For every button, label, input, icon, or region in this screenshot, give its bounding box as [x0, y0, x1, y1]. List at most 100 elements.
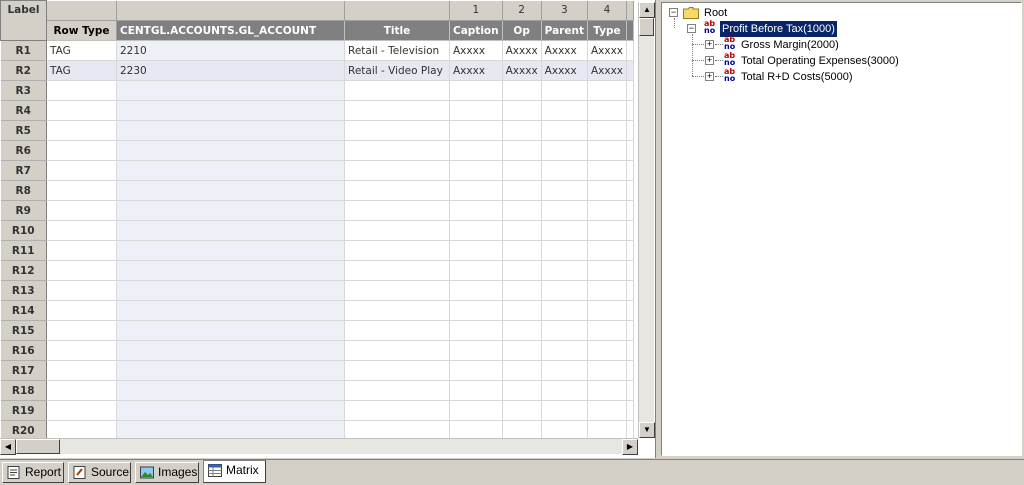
- grid-cell[interactable]: [587, 300, 628, 321]
- table-row[interactable]: R3: [0, 80, 635, 101]
- grid-cell[interactable]: [541, 240, 588, 261]
- grid-cell[interactable]: [344, 300, 450, 321]
- column-number-header[interactable]: [116, 0, 345, 21]
- row-label[interactable]: R11: [0, 240, 47, 261]
- vertical-scroll-thumb[interactable]: [639, 18, 654, 36]
- grid-cell[interactable]: [449, 120, 503, 141]
- tab-images[interactable]: Images: [135, 462, 199, 483]
- column-header[interactable]: Caption: [449, 20, 503, 41]
- grid-cell[interactable]: [626, 220, 635, 241]
- grid-cell[interactable]: [587, 160, 628, 181]
- tree-node-label[interactable]: Total Operating Expenses(3000): [739, 53, 901, 69]
- grid-cell[interactable]: [46, 240, 117, 261]
- row-label[interactable]: R4: [0, 100, 47, 121]
- grid-cell[interactable]: [502, 320, 542, 341]
- grid-cell[interactable]: [116, 380, 345, 401]
- grid-cell[interactable]: [449, 200, 503, 221]
- tree-node-profit-before-tax[interactable]: Profit Before Tax(1000): [719, 20, 838, 38]
- grid-cell[interactable]: [116, 240, 345, 261]
- grid-cell[interactable]: [587, 380, 628, 401]
- grid-cell[interactable]: [344, 360, 450, 381]
- row-label[interactable]: R15: [0, 320, 47, 341]
- grid-cell[interactable]: [502, 180, 542, 201]
- grid-cell[interactable]: [587, 80, 628, 101]
- tab-source[interactable]: Source: [68, 462, 131, 483]
- row-label[interactable]: R18: [0, 380, 47, 401]
- grid-vertical-scrollbar[interactable]: ▲ ▼: [638, 2, 655, 438]
- grid-cell[interactable]: [502, 140, 542, 161]
- grid-cell[interactable]: [344, 280, 450, 301]
- column-number-header[interactable]: 3: [541, 0, 588, 21]
- grid-cell[interactable]: Axxxx: [502, 60, 542, 81]
- grid-cell[interactable]: [116, 280, 345, 301]
- grid-cell[interactable]: [449, 300, 503, 321]
- table-row[interactable]: R19: [0, 400, 635, 421]
- row-label[interactable]: R2: [0, 60, 47, 81]
- column-header[interactable]: Type: [587, 20, 628, 41]
- grid-cell[interactable]: [449, 80, 503, 101]
- table-row[interactable]: R7: [0, 160, 635, 181]
- grid-cell[interactable]: Retail - Television: [344, 40, 450, 61]
- grid-cell[interactable]: [116, 300, 345, 321]
- table-row[interactable]: R14: [0, 300, 635, 321]
- grid-cell[interactable]: [46, 380, 117, 401]
- grid-cell[interactable]: [541, 300, 588, 321]
- table-row[interactable]: R12: [0, 260, 635, 281]
- column-header[interactable]: Op: [502, 20, 542, 41]
- grid-cell[interactable]: [626, 180, 635, 201]
- grid-cell[interactable]: [449, 400, 503, 421]
- tab-report[interactable]: Report: [2, 462, 64, 483]
- grid-cell[interactable]: [344, 340, 450, 361]
- grid-cell[interactable]: [502, 360, 542, 381]
- grid-cell[interactable]: [344, 200, 450, 221]
- table-row[interactable]: R15: [0, 320, 635, 341]
- grid-cell[interactable]: [541, 220, 588, 241]
- grid-cell[interactable]: [502, 120, 542, 141]
- grid-cell[interactable]: [116, 100, 345, 121]
- scroll-right-arrow-icon[interactable]: ▶: [622, 439, 638, 455]
- grid-cell[interactable]: [502, 260, 542, 281]
- grid-cell[interactable]: [46, 400, 117, 421]
- expand-node-icon[interactable]: +: [705, 72, 714, 81]
- tree-node-label[interactable]: Total R+D Costs(5000): [739, 69, 855, 85]
- grid-cell[interactable]: [502, 280, 542, 301]
- grid-cell[interactable]: [344, 220, 450, 241]
- grid-cell[interactable]: [626, 380, 635, 401]
- column-number-header[interactable]: [46, 0, 117, 21]
- table-row[interactable]: R8: [0, 180, 635, 201]
- row-label[interactable]: R17: [0, 360, 47, 381]
- grid-cell[interactable]: [502, 380, 542, 401]
- grid-cell[interactable]: [626, 40, 635, 61]
- grid-cell[interactable]: [116, 220, 345, 241]
- grid-cell[interactable]: [449, 220, 503, 241]
- grid-cell[interactable]: [587, 120, 628, 141]
- grid-cell[interactable]: [344, 400, 450, 421]
- grid-cell[interactable]: [626, 300, 635, 321]
- grid-cell[interactable]: Axxxx: [587, 40, 628, 61]
- grid-cell[interactable]: [587, 400, 628, 421]
- grid-cell[interactable]: [344, 180, 450, 201]
- grid-cell[interactable]: [116, 200, 345, 221]
- grid-cell[interactable]: Retail - Video Play: [344, 60, 450, 81]
- table-row[interactable]: R1 TAG 2210 Retail - Television Axxxx Axxxx Ax…: [0, 40, 635, 61]
- scroll-up-arrow-icon[interactable]: ▲: [639, 2, 655, 18]
- collapse-profit-before-tax-icon[interactable]: −: [687, 24, 696, 33]
- grid-cell[interactable]: [46, 160, 117, 181]
- grid-cell[interactable]: [46, 280, 117, 301]
- grid-cell[interactable]: [587, 140, 628, 161]
- row-label[interactable]: R8: [0, 180, 47, 201]
- grid-cell[interactable]: [626, 280, 635, 301]
- grid-cell[interactable]: [541, 280, 588, 301]
- table-row[interactable]: R6: [0, 140, 635, 161]
- grid-cell[interactable]: [116, 360, 345, 381]
- row-label[interactable]: R16: [0, 340, 47, 361]
- grid-cell[interactable]: [626, 400, 635, 421]
- grid-cell[interactable]: [46, 100, 117, 121]
- row-label[interactable]: R7: [0, 160, 47, 181]
- grid-cell[interactable]: [449, 280, 503, 301]
- grid-cell[interactable]: [541, 100, 588, 121]
- grid-cell[interactable]: [449, 100, 503, 121]
- table-row[interactable]: R5: [0, 120, 635, 141]
- grid-cell[interactable]: [449, 380, 503, 401]
- table-row[interactable]: R2 TAG 2230 Retail - Video Play Axxxx Axxxx Ax…: [0, 60, 635, 81]
